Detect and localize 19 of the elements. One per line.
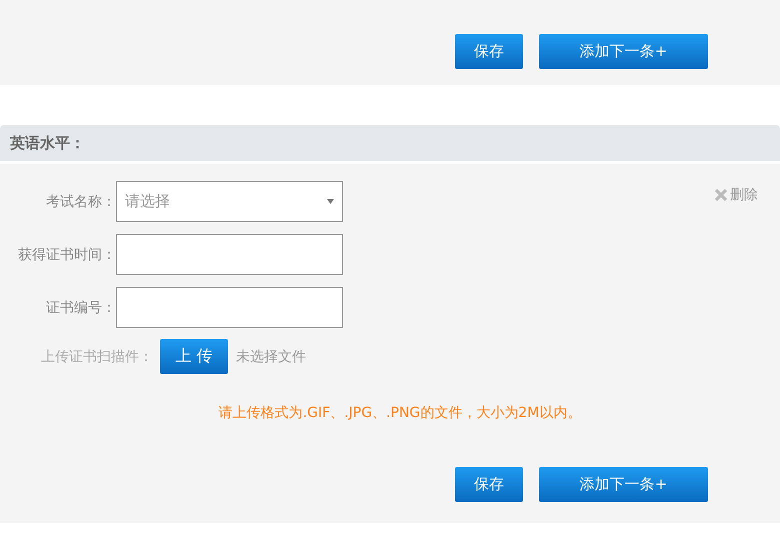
save-button[interactable]: 保存 [455, 34, 523, 69]
upload-button[interactable]: 上 传 [160, 339, 228, 374]
add-next-button[interactable]: 添加下一条+ [539, 467, 708, 502]
add-next-button[interactable]: 添加下一条+ [539, 34, 708, 69]
file-status-text: 未选择文件 [236, 348, 306, 366]
close-icon [714, 188, 728, 202]
select-field[interactable]: 请选择 [116, 181, 343, 222]
section-title: 英语水平： [10, 134, 85, 152]
input-field[interactable] [116, 234, 343, 275]
field-label: 获得证书时间： [17, 246, 116, 264]
field-label: 考试名称： [45, 192, 116, 210]
field-label: 证书编号： [45, 298, 116, 316]
upload-hint-text: 请上传格式为.GIF、.JPG、.PNG的文件，大小为2M以内。 [218, 404, 582, 422]
delete-button[interactable]: 删除 [714, 186, 758, 204]
field-label: 上传证书扫描件： [41, 348, 153, 366]
input-field[interactable] [116, 287, 343, 328]
save-button[interactable]: 保存 [455, 467, 523, 502]
placeholder-text: 请选择 [125, 192, 170, 211]
dropdown-arrow-icon [327, 199, 334, 204]
